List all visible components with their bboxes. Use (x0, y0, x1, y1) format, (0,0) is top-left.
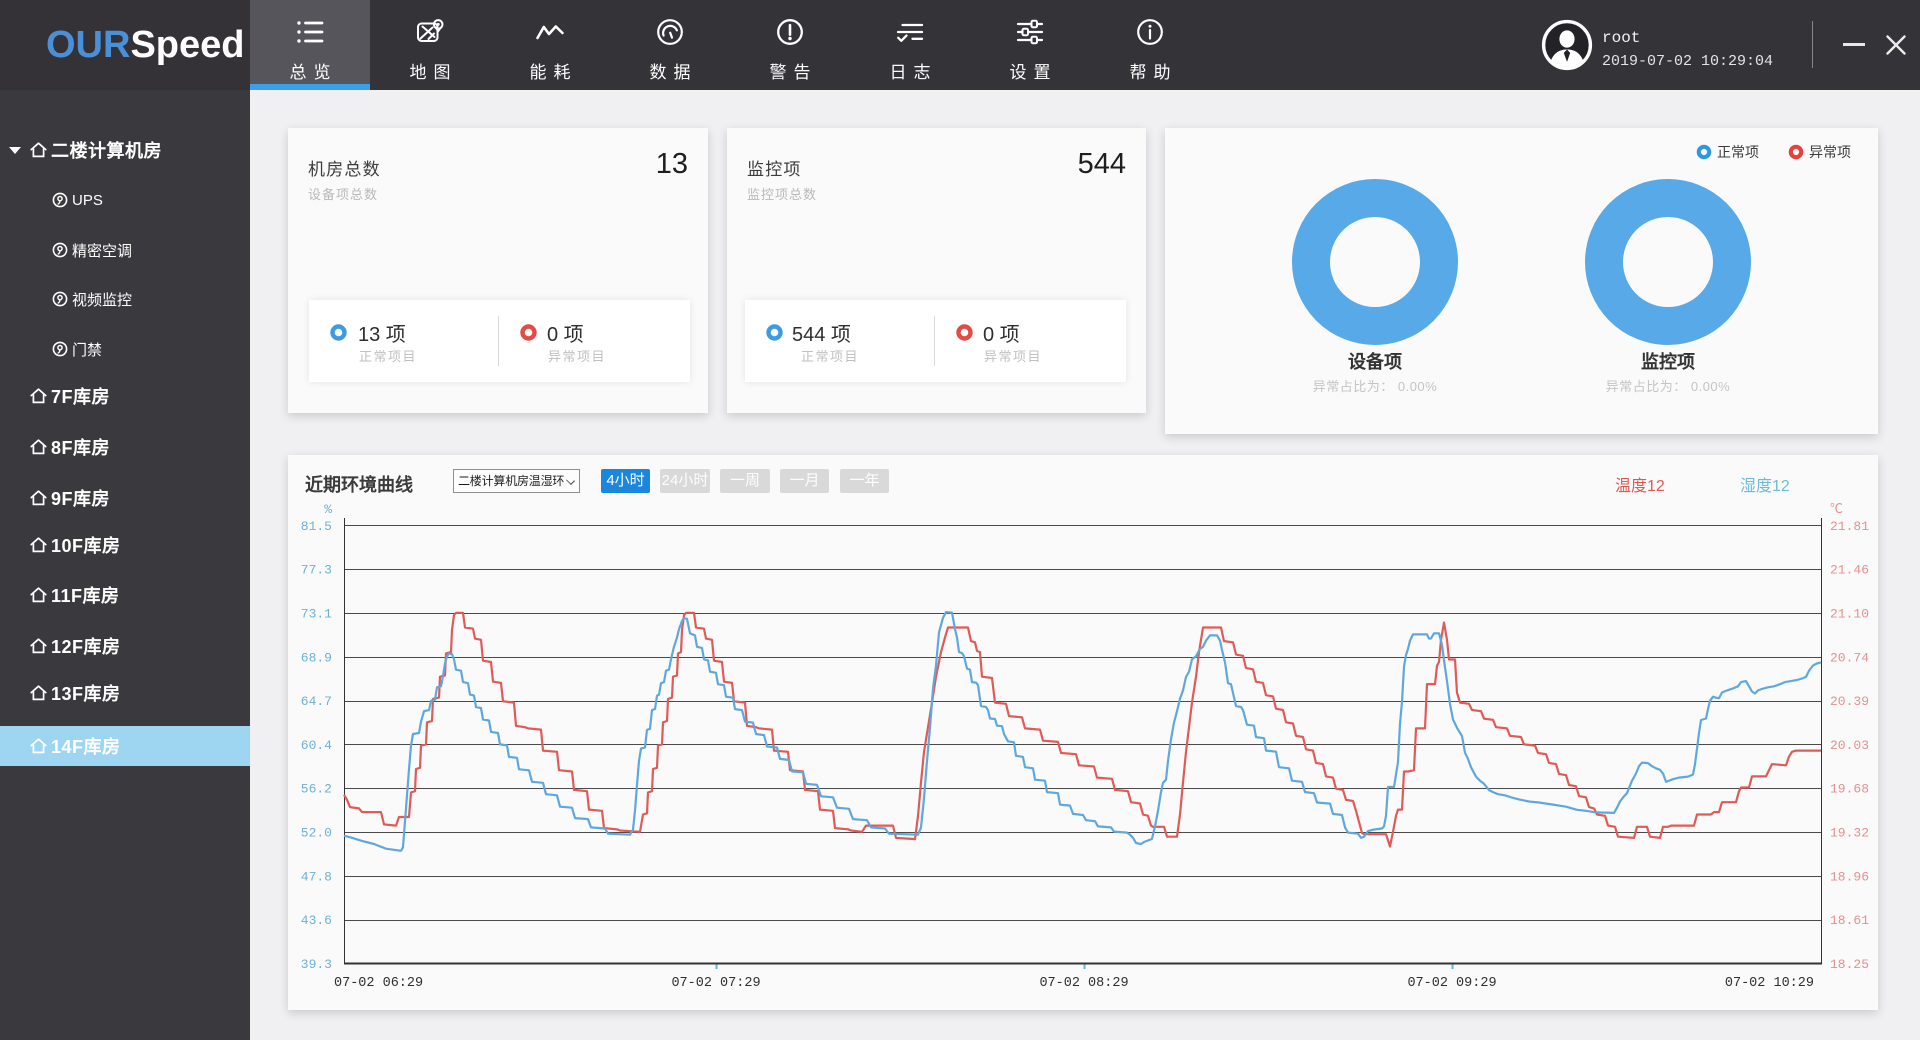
svg-text:47.8: 47.8 (301, 869, 332, 884)
svg-text:39.3: 39.3 (301, 957, 332, 972)
svg-text:43.6: 43.6 (301, 913, 332, 928)
svg-text:60.4: 60.4 (301, 738, 332, 753)
svg-text:19.32: 19.32 (1830, 826, 1869, 841)
svg-text:07-02 07:29: 07-02 07:29 (671, 976, 760, 991)
svg-text:77.3: 77.3 (301, 563, 332, 578)
svg-text:07-02 08:29: 07-02 08:29 (1039, 976, 1128, 991)
svg-text:07-02 09:29: 07-02 09:29 (1407, 976, 1496, 991)
svg-text:19.68: 19.68 (1830, 782, 1869, 797)
svg-text:21.81: 21.81 (1830, 519, 1869, 534)
svg-text:56.2: 56.2 (301, 782, 332, 797)
svg-text:%: % (324, 502, 332, 517)
svg-text:20.03: 20.03 (1830, 738, 1869, 753)
svg-text:68.9: 68.9 (301, 650, 332, 665)
svg-text:20.39: 20.39 (1830, 694, 1869, 709)
svg-text:73.1: 73.1 (301, 607, 332, 622)
svg-text:81.5: 81.5 (301, 519, 332, 534)
svg-text:18.25: 18.25 (1830, 957, 1869, 972)
svg-text:52.0: 52.0 (301, 826, 332, 841)
svg-text:07-02 10:29: 07-02 10:29 (1725, 976, 1814, 991)
svg-text:21.10: 21.10 (1830, 607, 1869, 622)
svg-text:18.96: 18.96 (1830, 869, 1869, 884)
svg-text:21.46: 21.46 (1830, 563, 1869, 578)
svg-text:20.74: 20.74 (1830, 650, 1869, 665)
svg-text:64.7: 64.7 (301, 694, 332, 709)
svg-text:18.61: 18.61 (1830, 913, 1869, 928)
svg-text:℃: ℃ (1830, 502, 1843, 517)
svg-text:07-02 06:29: 07-02 06:29 (334, 976, 423, 991)
